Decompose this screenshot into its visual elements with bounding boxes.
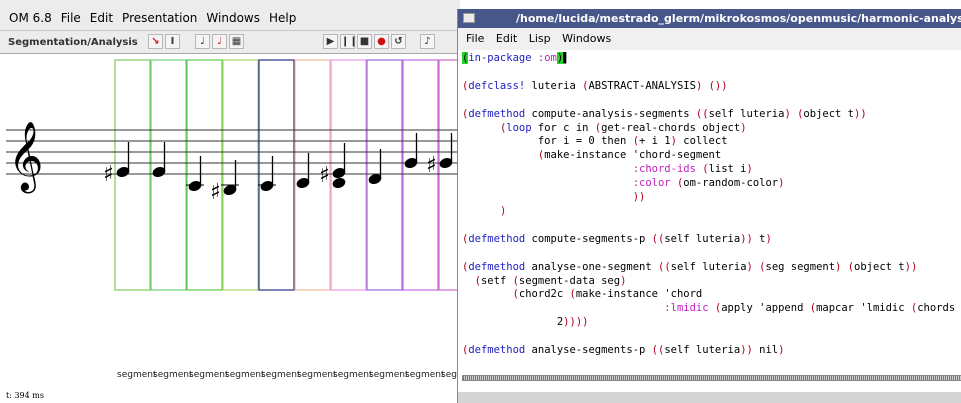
sharp-icon: ♯	[319, 163, 330, 188]
editor-titlebar[interactable]: /home/lucida/mestrado_glerm/mikrokosmos/…	[458, 9, 961, 28]
code-line: (defmethod analyse-one-segment ((self lu…	[462, 260, 918, 273]
menu-file[interactable]: File	[61, 11, 81, 25]
menu-om-version[interactable]: OM 6.8	[9, 11, 52, 25]
text-cursor-icon[interactable]: I	[165, 34, 180, 49]
window-icon[interactable]	[463, 13, 475, 23]
segment-box[interactable]	[222, 59, 259, 291]
segment-label: segment	[189, 370, 229, 380]
segment-label: segment	[297, 370, 337, 380]
segment-label: segment	[405, 370, 445, 380]
om-window: OM 6.8 File Edit Presentation Windows He…	[0, 0, 460, 403]
editor-title: /home/lucida/mestrado_glerm/mikrokosmos/…	[516, 12, 961, 25]
code-line: for i = 0 then (+ i 1) collect	[462, 135, 728, 148]
code-line: :chord-ids (list i)	[632, 163, 753, 176]
editor-menu-lisp[interactable]: Lisp	[529, 32, 551, 45]
segment-label: segment	[117, 370, 157, 380]
notes: ♯ ♯ ♯ ♯	[103, 133, 453, 205]
pause-icon[interactable]: ❙❙	[340, 34, 358, 49]
loop-icon[interactable]: ↺	[391, 34, 406, 49]
note-icon[interactable]: ♩	[195, 34, 210, 49]
pane-splitter[interactable]	[462, 375, 961, 381]
code-editor[interactable]: (in-package :om)▌ (defclass! luteria (AB…	[462, 52, 961, 372]
lisp-editor-window: /home/lucida/mestrado_glerm/mikrokosmos/…	[457, 9, 961, 403]
segment-box[interactable]	[258, 59, 295, 291]
sharp-icon: ♯	[426, 153, 437, 178]
code-line: :color (om-random-color)	[632, 177, 785, 190]
treble-clef-icon: 𝄞	[8, 121, 43, 193]
code-line: )	[499, 204, 507, 217]
editor-menu-edit[interactable]: Edit	[496, 32, 517, 45]
status-time: t: 394 ms	[6, 391, 44, 400]
code-line: (defmethod analyse-segments-p ((self lut…	[462, 344, 785, 357]
toolbar-title: Segmentation/Analysis	[8, 36, 138, 48]
rest-icon[interactable]: ♩	[212, 34, 227, 49]
grid-icon[interactable]: ▦	[229, 34, 244, 49]
segment-box[interactable]	[186, 59, 223, 291]
menu-edit[interactable]: Edit	[90, 11, 113, 25]
code-line: (make-instance 'chord-segment	[537, 149, 722, 162]
listener-pane[interactable]	[458, 392, 961, 403]
record-icon[interactable]: ●	[374, 34, 389, 49]
segment-label: segment	[153, 370, 193, 380]
speaker-icon[interactable]: ♪	[420, 34, 435, 49]
note-head[interactable]	[332, 177, 346, 189]
segment-label: segment	[333, 370, 373, 380]
editor-menu-windows[interactable]: Windows	[562, 32, 611, 45]
code-line: (defmethod compute-segments-p ((self lut…	[462, 232, 772, 245]
segment-label: segment	[225, 370, 265, 380]
code-line: (in-package :om)▌	[462, 52, 570, 64]
editor-menubar: File Edit Lisp Windows	[458, 28, 961, 50]
sharp-icon: ♯	[210, 180, 221, 205]
code-line: (defmethod compute-analysis-segments ((s…	[462, 107, 867, 120]
editor-menu-file[interactable]: File	[466, 32, 484, 45]
arrow-tool-icon[interactable]: ↘	[148, 34, 163, 49]
code-line: (chord2c (make-instance 'chord	[512, 288, 703, 301]
code-line: 2))))	[462, 316, 589, 329]
segment-label: segment	[369, 370, 409, 380]
code-line: :lmidic (apply 'append (mapcar 'lmidic (…	[664, 302, 956, 315]
segment-label: segment	[261, 370, 301, 380]
code-line: (defclass! luteria (ABSTRACT-ANALYSIS) (…	[462, 79, 728, 92]
play-icon[interactable]: ▶	[323, 34, 338, 49]
menu-help[interactable]: Help	[269, 11, 296, 25]
om-toolbar: Segmentation/Analysis ↘ I ♩ ♩ ▦ ▶ ❙❙ ■ ●…	[0, 30, 460, 54]
staff	[6, 129, 460, 175]
code-line: ))	[632, 191, 646, 204]
stop-icon[interactable]: ■	[357, 34, 372, 49]
menu-presentation[interactable]: Presentation	[122, 11, 197, 25]
score-view[interactable]: 𝄞 ♯♯♯ ♯ segmentsegmentsegmentsegmentsegme…	[0, 52, 460, 382]
code-line: (setf (segment-data seg)	[474, 274, 627, 287]
code-line: (loop for c in (get-real-chords object)	[499, 121, 747, 134]
menu-windows[interactable]: Windows	[206, 11, 260, 25]
sharp-icon: ♯	[103, 162, 114, 187]
